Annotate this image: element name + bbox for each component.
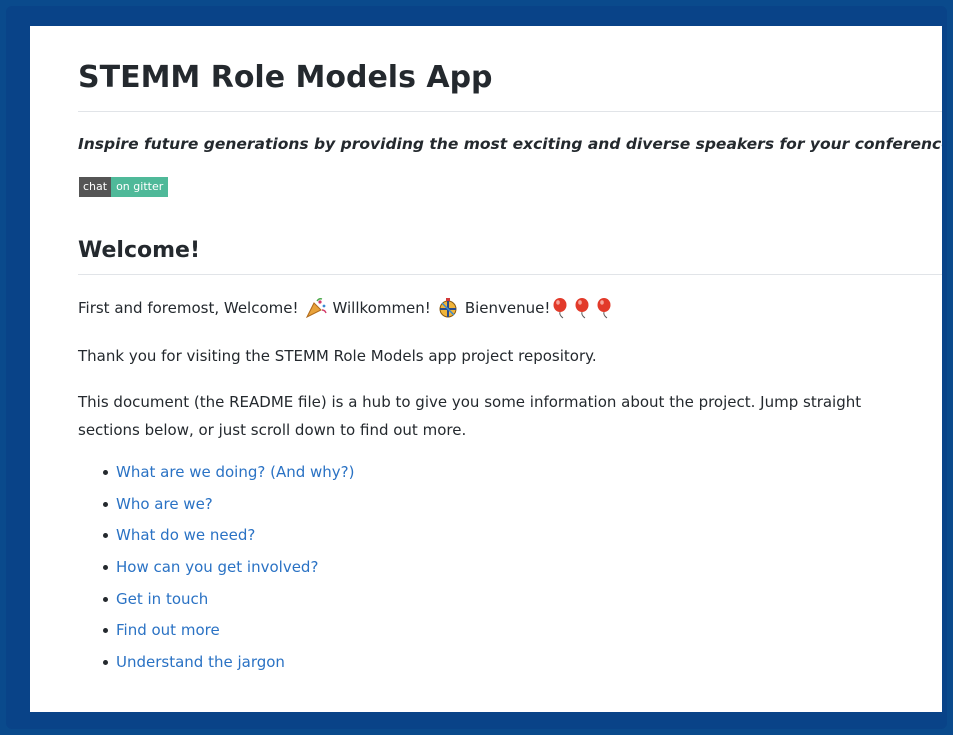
bullet-icon bbox=[103, 565, 108, 571]
welcome-heading: Welcome! bbox=[78, 238, 200, 263]
welcome-text-2: Willkommen! bbox=[332, 299, 431, 317]
list-item: Understand the jargon bbox=[78, 650, 354, 682]
bullet-icon bbox=[103, 596, 108, 602]
bullet-icon bbox=[103, 660, 108, 666]
intro-paragraph-line-2: sections below, or just scroll down to f… bbox=[78, 421, 467, 439]
link-understand-jargon[interactable]: Understand the jargon bbox=[116, 653, 285, 671]
title-divider bbox=[78, 111, 942, 112]
party-popper-icon bbox=[305, 298, 327, 319]
link-what-are-we-doing[interactable]: What are we doing? (And why?) bbox=[116, 463, 354, 481]
balloon-icon bbox=[553, 298, 567, 319]
link-who-are-we[interactable]: Who are we? bbox=[116, 495, 213, 513]
welcome-divider bbox=[78, 274, 942, 275]
readme-page: STEMM Role Models App Inspire future gen… bbox=[30, 26, 942, 712]
page-title: STEMM Role Models App bbox=[78, 60, 493, 95]
gitter-chat-badge[interactable]: chat on gitter bbox=[79, 177, 169, 197]
list-item: Get in touch bbox=[78, 587, 354, 619]
bullet-icon bbox=[103, 533, 108, 539]
list-item: Who are we? bbox=[78, 492, 354, 524]
section-links-list: What are we doing? (And why?) Who are we… bbox=[78, 460, 354, 682]
bullet-icon bbox=[103, 470, 108, 475]
link-what-do-we-need[interactable]: What do we need? bbox=[116, 526, 255, 544]
list-item: How can you get involved? bbox=[78, 555, 354, 587]
tagline: Inspire future generations by providing … bbox=[78, 135, 942, 153]
thanks-paragraph: Thank you for visiting the STEMM Role Mo… bbox=[78, 347, 597, 365]
welcome-text-1: First and foremost, Welcome! bbox=[78, 299, 299, 317]
confetti-ball-icon bbox=[439, 298, 457, 318]
list-item: Find out more bbox=[78, 618, 354, 650]
badge-label-right: on gitter bbox=[111, 177, 169, 197]
link-find-out-more[interactable]: Find out more bbox=[116, 621, 220, 639]
list-item: What are we doing? (And why?) bbox=[78, 460, 354, 492]
bullet-icon bbox=[103, 501, 108, 507]
list-item: What do we need? bbox=[78, 523, 354, 555]
balloon-icon bbox=[575, 298, 589, 319]
badge-label-left: chat bbox=[79, 177, 112, 197]
balloon-icon bbox=[597, 298, 611, 319]
link-get-in-touch[interactable]: Get in touch bbox=[116, 590, 208, 608]
link-get-involved[interactable]: How can you get involved? bbox=[116, 558, 318, 576]
welcome-text-3: Bienvenue! bbox=[464, 299, 551, 317]
welcome-paragraph: First and foremost, Welcome! Willkommen!… bbox=[78, 296, 616, 320]
bullet-icon bbox=[103, 628, 108, 634]
intro-paragraph-line-1: This document (the README file) is a hub… bbox=[78, 393, 862, 411]
